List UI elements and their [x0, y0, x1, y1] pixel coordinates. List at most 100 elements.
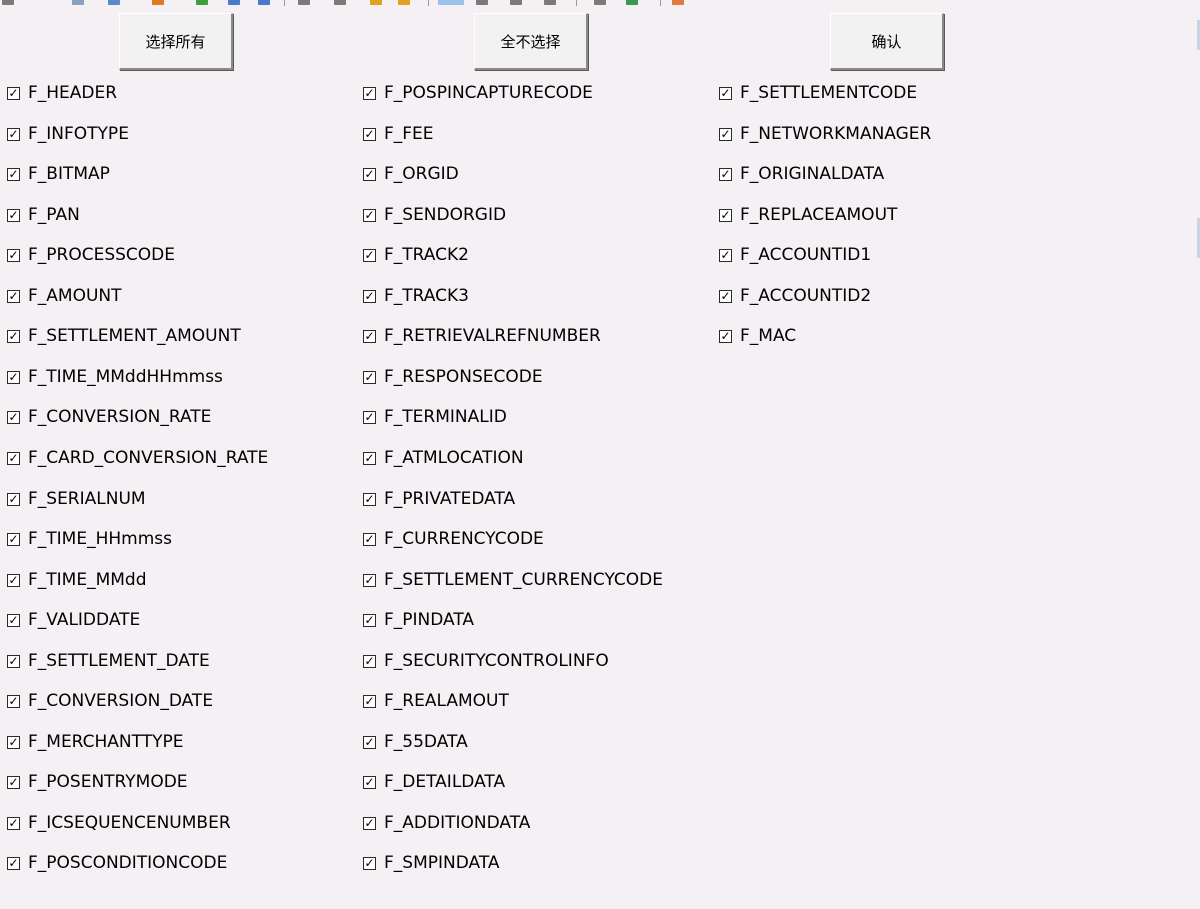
toolbar-icon[interactable] — [298, 0, 310, 5]
field-checkbox-item[interactable]: ✓ F_ATMLOCATION — [363, 447, 524, 469]
field-checkbox-item[interactable]: ✓ F_ADDITIONDATA — [363, 812, 530, 834]
checkbox[interactable]: ✓ — [363, 167, 376, 181]
field-checkbox-item[interactable]: ✓ F_SETTLEMENT_CURRENCYCODE — [363, 569, 663, 591]
checkbox[interactable]: ✓ — [719, 167, 732, 181]
checkbox[interactable]: ✓ — [363, 410, 376, 424]
checkbox[interactable]: ✓ — [363, 694, 376, 708]
checkbox[interactable]: ✓ — [363, 856, 376, 870]
field-checkbox-item[interactable]: ✓ F_TRACK2 — [363, 244, 469, 266]
toolbar-icon[interactable] — [438, 0, 464, 5]
checkbox[interactable]: ✓ — [7, 451, 20, 465]
checkbox[interactable]: ✓ — [363, 451, 376, 465]
toolbar-icon[interactable] — [544, 0, 556, 5]
field-checkbox-item[interactable]: ✓ F_INFOTYPE — [7, 123, 129, 145]
field-checkbox-item[interactable]: ✓ F_PINDATA — [363, 609, 474, 631]
field-checkbox-item[interactable]: ✓ F_MERCHANTTYPE — [7, 731, 184, 753]
checkbox[interactable]: ✓ — [7, 654, 20, 668]
field-checkbox-item[interactable]: ✓ F_TIME_HHmmss — [7, 528, 172, 550]
checkbox[interactable]: ✓ — [719, 289, 732, 303]
field-checkbox-item[interactable]: ✓ F_PROCESSCODE — [7, 244, 175, 266]
toolbar-icon[interactable] — [108, 0, 120, 5]
field-checkbox-item[interactable]: ✓ F_NETWORKMANAGER — [719, 123, 931, 145]
toolbar-icon[interactable] — [72, 0, 84, 5]
checkbox[interactable]: ✓ — [363, 208, 376, 222]
checkbox[interactable]: ✓ — [7, 248, 20, 262]
field-checkbox-item[interactable]: ✓ F_ACCOUNTID1 — [719, 244, 871, 266]
confirm-button[interactable]: 确认 — [830, 13, 944, 70]
checkbox[interactable]: ✓ — [7, 694, 20, 708]
checkbox[interactable]: ✓ — [7, 410, 20, 424]
toolbar-icon[interactable] — [228, 0, 240, 5]
checkbox[interactable]: ✓ — [719, 248, 732, 262]
checkbox[interactable]: ✓ — [7, 856, 20, 870]
checkbox[interactable]: ✓ — [7, 289, 20, 303]
field-checkbox-item[interactable]: ✓ F_VALIDDATE — [7, 609, 140, 631]
checkbox[interactable]: ✓ — [7, 167, 20, 181]
field-checkbox-item[interactable]: ✓ F_TIME_MMdd — [7, 569, 147, 591]
checkbox[interactable]: ✓ — [363, 329, 376, 343]
field-checkbox-item[interactable]: ✓ F_SENDORGID — [363, 204, 506, 226]
toolbar-icon[interactable] — [196, 0, 208, 5]
field-checkbox-item[interactable]: ✓ F_ORGID — [363, 163, 459, 185]
toolbar-icon[interactable] — [476, 0, 488, 5]
checkbox[interactable]: ✓ — [7, 492, 20, 506]
toolbar-icon[interactable] — [370, 0, 382, 5]
checkbox[interactable]: ✓ — [7, 86, 20, 100]
checkbox[interactable]: ✓ — [7, 775, 20, 789]
field-checkbox-item[interactable]: ✓ F_ORIGINALDATA — [719, 163, 884, 185]
field-checkbox-item[interactable]: ✓ F_CARD_CONVERSION_RATE — [7, 447, 268, 469]
checkbox[interactable]: ✓ — [7, 370, 20, 384]
field-checkbox-item[interactable]: ✓ F_SECURITYCONTROLINFO — [363, 650, 609, 672]
toolbar-icon[interactable] — [672, 0, 684, 5]
checkbox[interactable]: ✓ — [7, 816, 20, 830]
field-checkbox-item[interactable]: ✓ F_FEE — [363, 123, 434, 145]
checkbox[interactable]: ✓ — [363, 532, 376, 546]
checkbox[interactable]: ✓ — [363, 492, 376, 506]
field-checkbox-item[interactable]: ✓ F_55DATA — [363, 731, 468, 753]
field-checkbox-item[interactable]: ✓ F_TIME_MMddHHmmss — [7, 366, 223, 388]
checkbox[interactable]: ✓ — [7, 329, 20, 343]
toolbar-icon[interactable] — [510, 0, 522, 5]
checkbox[interactable]: ✓ — [719, 86, 732, 100]
checkbox[interactable]: ✓ — [363, 654, 376, 668]
field-checkbox-item[interactable]: ✓ F_BITMAP — [7, 163, 110, 185]
checkbox[interactable]: ✓ — [7, 127, 20, 141]
field-checkbox-item[interactable]: ✓ F_SETTLEMENT_DATE — [7, 650, 210, 672]
field-checkbox-item[interactable]: ✓ F_AMOUNT — [7, 285, 122, 307]
field-checkbox-item[interactable]: ✓ F_POSENTRYMODE — [7, 771, 188, 793]
checkbox[interactable]: ✓ — [7, 208, 20, 222]
field-checkbox-item[interactable]: ✓ F_CONVERSION_DATE — [7, 690, 213, 712]
checkbox[interactable]: ✓ — [363, 613, 376, 627]
field-checkbox-item[interactable]: ✓ F_CURRENCYCODE — [363, 528, 544, 550]
checkbox[interactable]: ✓ — [7, 613, 20, 627]
select-all-button[interactable]: 选择所有 — [119, 13, 233, 70]
field-checkbox-item[interactable]: ✓ F_SERIALNUM — [7, 488, 146, 510]
field-checkbox-item[interactable]: ✓ F_PAN — [7, 204, 80, 226]
field-checkbox-item[interactable]: ✓ F_ACCOUNTID2 — [719, 285, 871, 307]
field-checkbox-item[interactable]: ✓ F_REALAMOUT — [363, 690, 509, 712]
field-checkbox-item[interactable]: ✓ F_DETAILDATA — [363, 771, 505, 793]
field-checkbox-item[interactable]: ✓ F_CONVERSION_RATE — [7, 406, 211, 428]
checkbox[interactable]: ✓ — [363, 248, 376, 262]
field-checkbox-item[interactable]: ✓ F_RETRIEVALREFNUMBER — [363, 325, 601, 347]
checkbox[interactable]: ✓ — [363, 86, 376, 100]
field-checkbox-item[interactable]: ✓ F_POSPINCAPTURECODE — [363, 82, 593, 104]
checkbox[interactable]: ✓ — [7, 573, 20, 587]
checkbox[interactable]: ✓ — [363, 816, 376, 830]
checkbox[interactable]: ✓ — [363, 289, 376, 303]
field-checkbox-item[interactable]: ✓ F_REPLACEAMOUT — [719, 204, 897, 226]
checkbox[interactable]: ✓ — [719, 127, 732, 141]
toolbar-icon[interactable] — [594, 0, 606, 5]
field-checkbox-item[interactable]: ✓ F_PRIVATEDATA — [363, 488, 515, 510]
field-checkbox-item[interactable]: ✓ F_ICSEQUENCENUMBER — [7, 812, 231, 834]
select-none-button[interactable]: 全不选择 — [474, 13, 588, 70]
field-checkbox-item[interactable]: ✓ F_SETTLEMENT_AMOUNT — [7, 325, 241, 347]
field-checkbox-item[interactable]: ✓ F_HEADER — [7, 82, 117, 104]
checkbox[interactable]: ✓ — [363, 735, 376, 749]
toolbar-icon[interactable] — [398, 0, 410, 5]
checkbox[interactable]: ✓ — [363, 127, 376, 141]
checkbox[interactable]: ✓ — [363, 370, 376, 384]
field-checkbox-item[interactable]: ✓ F_RESPONSECODE — [363, 366, 543, 388]
toolbar-icon[interactable] — [334, 0, 346, 5]
field-checkbox-item[interactable]: ✓ F_SMPINDATA — [363, 852, 500, 874]
